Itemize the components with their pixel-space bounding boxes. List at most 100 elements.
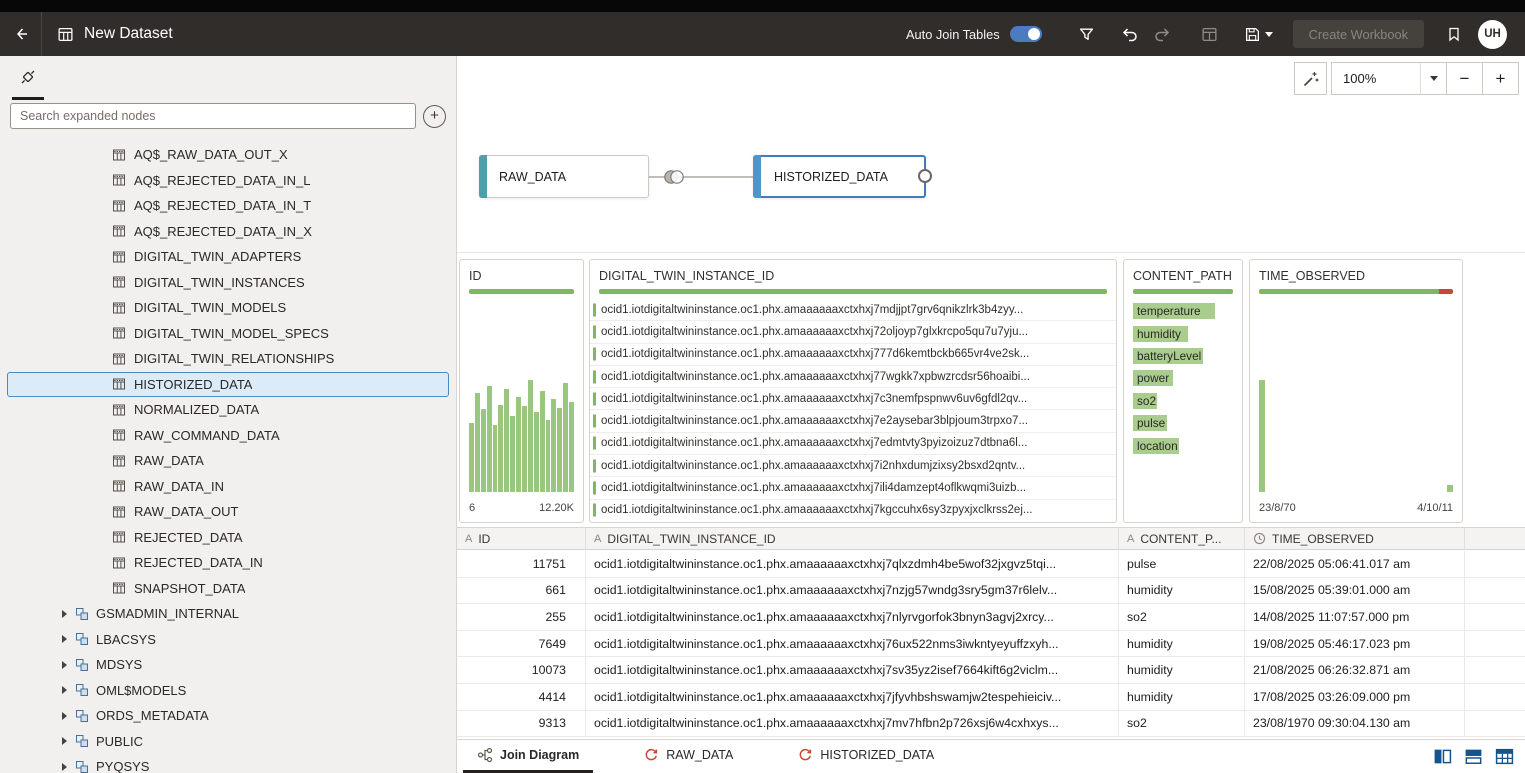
column-header-digital-twin-instance-id[interactable]: ADIGITAL_TWIN_INSTANCE_ID xyxy=(586,528,1119,549)
tree-table-item-raw_data[interactable]: RAW_DATA xyxy=(7,448,449,474)
search-input[interactable] xyxy=(10,103,416,129)
expand-caret-icon[interactable] xyxy=(62,610,67,618)
diagram-node-raw-data[interactable]: RAW_DATA xyxy=(479,155,649,198)
value-list-item[interactable]: ocid1.iotdigitaltwininstance.oc1.phx.ama… xyxy=(590,299,1116,320)
table-row[interactable]: 4414ocid1.iotdigitaltwininstance.oc1.phx… xyxy=(457,684,1525,711)
tree-table-item-digital_twin_instances[interactable]: DIGITAL_TWIN_INSTANCES xyxy=(7,270,449,296)
value-list-item[interactable]: ocid1.iotdigitaltwininstance.oc1.phx.ama… xyxy=(590,409,1116,431)
value-list-item[interactable]: ocid1.iotdigitaltwininstance.oc1.phx.ama… xyxy=(590,320,1116,342)
tree-table-item-aq$_raw_data_out_x[interactable]: AQ$_RAW_DATA_OUT_X xyxy=(7,142,449,168)
tree-table-item-raw_command_data[interactable]: RAW_COMMAND_DATA xyxy=(7,423,449,449)
table-row[interactable]: 9313ocid1.iotdigitaltwininstance.oc1.phx… xyxy=(457,711,1525,738)
quality-card-time_observed[interactable]: TIME_OBSERVED23/8/704/10/11 xyxy=(1249,259,1463,523)
tree-table-item-digital_twin_relationships[interactable]: DIGITAL_TWIN_RELATIONSHIPS xyxy=(7,346,449,372)
tab-raw-data[interactable]: RAW_DATA xyxy=(629,740,747,773)
table-cell-filler xyxy=(1465,657,1525,683)
table-row[interactable]: 661ocid1.iotdigitaltwininstance.oc1.phx.… xyxy=(457,578,1525,605)
value-bar-item[interactable]: location xyxy=(1133,434,1233,456)
tab-join-diagram[interactable]: Join Diagram xyxy=(463,740,593,773)
value-list-item[interactable]: ocid1.iotdigitaltwininstance.oc1.phx.ama… xyxy=(590,454,1116,476)
column-header-time-observed[interactable]: TIME_OBSERVED xyxy=(1245,528,1465,549)
connections-tab[interactable] xyxy=(12,56,44,100)
quality-card-content_path[interactable]: CONTENT_PATHtemperaturehumiditybatteryLe… xyxy=(1123,259,1243,523)
table-row[interactable]: 7649ocid1.iotdigitaltwininstance.oc1.phx… xyxy=(457,631,1525,658)
save-menu[interactable] xyxy=(1244,26,1273,43)
quality-card-digital_twin_instance_id[interactable]: DIGITAL_TWIN_INSTANCE_IDocid1.iotdigital… xyxy=(589,259,1117,523)
tree-table-item-normalized_data[interactable]: NORMALIZED_DATA xyxy=(7,397,449,423)
tree-table-item-aq$_rejected_data_in_x[interactable]: AQ$_REJECTED_DATA_IN_X xyxy=(7,219,449,245)
diagram-node-historized-data[interactable]: HISTORIZED_DATA xyxy=(753,155,926,198)
expand-caret-icon[interactable] xyxy=(62,712,67,720)
column-header-id[interactable]: AID xyxy=(457,528,586,549)
expand-caret-icon[interactable] xyxy=(62,635,67,643)
tree-table-item-snapshot_data[interactable]: SNAPSHOT_DATA xyxy=(7,576,449,602)
undo-icon[interactable] xyxy=(1121,25,1139,43)
quality-card-id[interactable]: ID612.20K xyxy=(459,259,584,523)
tree-schema-item-mdsys[interactable]: MDSYS xyxy=(7,652,449,678)
expand-caret-icon[interactable] xyxy=(62,661,67,669)
tree-schema-item-gsmadmin_internal[interactable]: GSMADMIN_INTERNAL xyxy=(7,601,449,627)
bookmark-icon[interactable] xyxy=(1446,26,1462,42)
tree-schema-item-public[interactable]: PUBLIC xyxy=(7,729,449,755)
value-list-item[interactable]: ocid1.iotdigitaltwininstance.oc1.phx.ama… xyxy=(590,343,1116,365)
tree-table-item-historized_data[interactable]: HISTORIZED_DATA xyxy=(7,372,449,398)
tab-historized-data[interactable]: HISTORIZED_DATA xyxy=(783,740,948,773)
value-bar-item[interactable]: temperature xyxy=(1133,300,1233,322)
table-cell: humidity xyxy=(1119,631,1245,657)
add-node-button[interactable]: + xyxy=(423,105,446,128)
tree-table-item-digital_twin_model_specs[interactable]: DIGITAL_TWIN_MODEL_SPECS xyxy=(7,321,449,347)
value-list-item[interactable]: ocid1.iotdigitaltwininstance.oc1.phx.ama… xyxy=(590,476,1116,498)
tree-table-item-raw_data_in[interactable]: RAW_DATA_IN xyxy=(7,474,449,500)
expand-caret-icon[interactable] xyxy=(62,763,67,771)
avatar[interactable]: UH xyxy=(1478,20,1507,49)
table-row[interactable]: 11751ocid1.iotdigitaltwininstance.oc1.ph… xyxy=(457,551,1525,578)
auto-join-toggle[interactable] xyxy=(1010,26,1042,42)
split-vertical-view-icon[interactable] xyxy=(1431,746,1453,768)
node-connection-handle[interactable] xyxy=(918,169,932,183)
inner-join-icon[interactable] xyxy=(660,166,688,193)
table-row[interactable]: 10073ocid1.iotdigitaltwininstance.oc1.ph… xyxy=(457,657,1525,684)
table-icon xyxy=(112,301,126,315)
tree-table-item-rejected_data[interactable]: REJECTED_DATA xyxy=(7,525,449,551)
value-bar-item[interactable]: so2 xyxy=(1133,390,1233,412)
tree-schema-item-pyqsys[interactable]: PYQSYS xyxy=(7,754,449,773)
zoom-level-select[interactable]: 100% xyxy=(1331,62,1447,95)
split-horizontal-view-icon[interactable] xyxy=(1462,746,1484,768)
expand-caret-icon[interactable] xyxy=(62,737,67,745)
expand-caret-icon[interactable] xyxy=(62,686,67,694)
tree-table-item-aq$_rejected_data_in_t[interactable]: AQ$_REJECTED_DATA_IN_T xyxy=(7,193,449,219)
page-title: New Dataset xyxy=(84,25,173,43)
tree-table-item-rejected_data_in[interactable]: REJECTED_DATA_IN xyxy=(7,550,449,576)
back-button[interactable] xyxy=(0,12,42,56)
value-bar-item[interactable]: power xyxy=(1133,367,1233,389)
tree-schema-item-lbacsys[interactable]: LBACSYS xyxy=(7,627,449,653)
value-bar-item[interactable]: batteryLevel xyxy=(1133,345,1233,367)
grid-view-icon[interactable] xyxy=(1493,746,1515,768)
create-workbook-button[interactable]: Create Workbook xyxy=(1293,20,1424,48)
tree-schema-item-oml$models[interactable]: OML$MODELS xyxy=(7,678,449,704)
value-list-item[interactable]: ocid1.iotdigitaltwininstance.oc1.phx.ama… xyxy=(590,365,1116,387)
auto-layout-button[interactable] xyxy=(1294,62,1327,95)
data-preview-icon[interactable] xyxy=(1201,26,1218,43)
value-frequency-chip: power xyxy=(1133,370,1173,386)
tree-schema-item-ords_metadata[interactable]: ORDS_METADATA xyxy=(7,703,449,729)
tree-table-item-aq$_rejected_data_in_l[interactable]: AQ$_REJECTED_DATA_IN_L xyxy=(7,168,449,194)
tree-table-item-digital_twin_models[interactable]: DIGITAL_TWIN_MODELS xyxy=(7,295,449,321)
value-list-item[interactable]: ocid1.iotdigitaltwininstance.oc1.phx.ama… xyxy=(590,432,1116,454)
table-row[interactable]: 255ocid1.iotdigitaltwininstance.oc1.phx.… xyxy=(457,604,1525,631)
value-bar-item[interactable]: pulse xyxy=(1133,412,1233,434)
zoom-out-button[interactable]: − xyxy=(1447,62,1483,95)
zoom-caret[interactable] xyxy=(1420,63,1446,94)
tree-table-item-digital_twin_adapters[interactable]: DIGITAL_TWIN_ADAPTERS xyxy=(7,244,449,270)
filter-icon[interactable] xyxy=(1078,26,1095,43)
table-cell: ocid1.iotdigitaltwininstance.oc1.phx.ama… xyxy=(586,684,1119,710)
save-icon xyxy=(1244,26,1261,43)
value-list-item[interactable]: ocid1.iotdigitaltwininstance.oc1.phx.ama… xyxy=(590,387,1116,409)
redo-icon[interactable] xyxy=(1153,25,1171,43)
tree-item-label: SNAPSHOT_DATA xyxy=(134,581,245,596)
tree-table-item-raw_data_out[interactable]: RAW_DATA_OUT xyxy=(7,499,449,525)
value-list-item[interactable]: ocid1.iotdigitaltwininstance.oc1.phx.ama… xyxy=(590,499,1116,521)
zoom-in-button[interactable]: + xyxy=(1483,62,1519,95)
value-bar-item[interactable]: humidity xyxy=(1133,322,1233,344)
column-header-content-p-[interactable]: ACONTENT_P... xyxy=(1119,528,1245,549)
